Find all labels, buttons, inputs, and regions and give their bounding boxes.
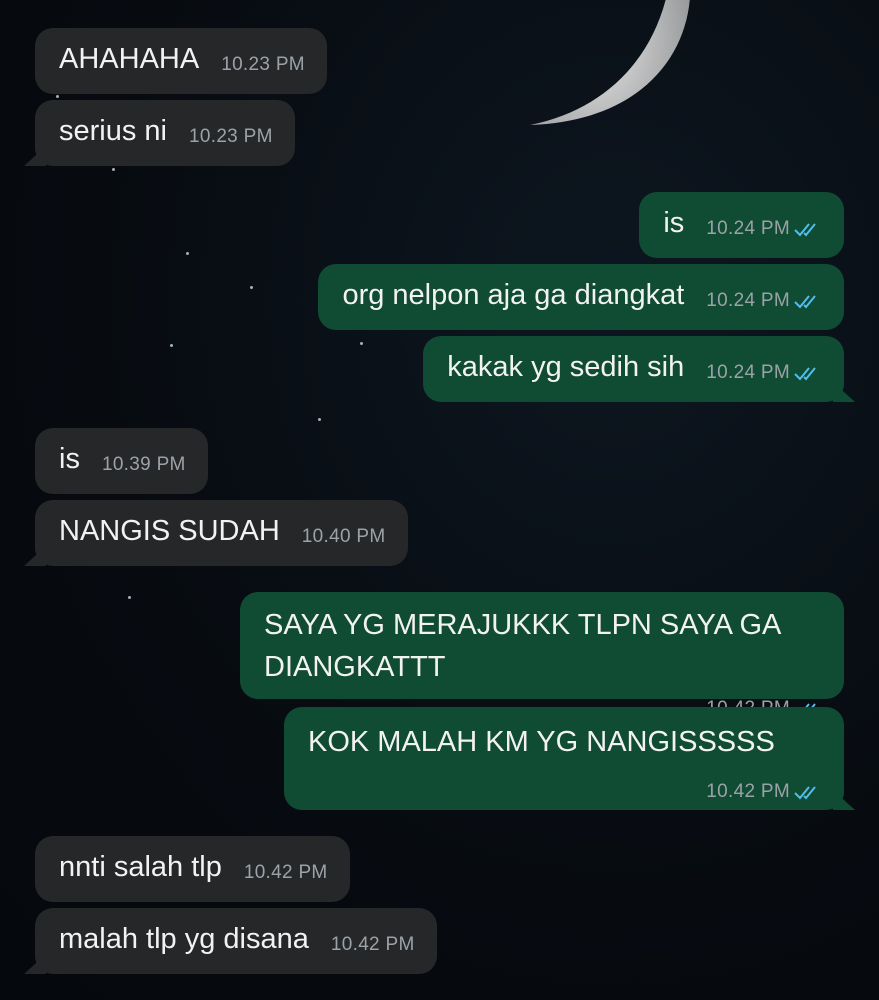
outgoing-message[interactable]: org nelpon aja ga diangkat 10.24 PM [318, 264, 844, 330]
message-text: kakak yg sedih sih [447, 351, 685, 383]
double-check-icon [794, 295, 816, 309]
star [56, 95, 59, 98]
star [170, 344, 173, 347]
message-time: 10.24 PM [706, 218, 790, 239]
message-text: org nelpon aja ga diangkat [342, 279, 685, 311]
incoming-message[interactable]: serius ni 10.23 PM [35, 100, 295, 166]
message-time: 10.40 PM [301, 526, 386, 547]
star [128, 596, 131, 599]
incoming-message[interactable]: AHAHAHA 10.23 PM [35, 28, 327, 94]
message-time: 10.42 PM [243, 862, 328, 883]
message-time: 10.42 PM [330, 934, 415, 955]
outgoing-message[interactable]: KOK MALAH KM YG NANGISSSSS 10.42 PM [284, 707, 844, 810]
message-time: 10.24 PM [706, 290, 790, 311]
outgoing-message[interactable]: kakak yg sedih sih 10.24 PM [423, 336, 844, 402]
double-check-icon [794, 223, 816, 237]
outgoing-message[interactable]: is 10.24 PM [639, 192, 844, 258]
double-check-icon [794, 786, 816, 800]
chat-background: AHAHAHA 10.23 PM serius ni 10.23 PM is 1… [0, 0, 879, 1000]
moon-wallpaper-graphic [530, 0, 690, 125]
message-time: 10.24 PM [706, 362, 790, 383]
message-meta: 10.24 PM [706, 280, 822, 322]
message-text: nnti salah tlp [59, 851, 222, 883]
incoming-message[interactable]: malah tlp yg disana 10.42 PM [35, 908, 437, 974]
message-text: KOK MALAH KM YG NANGISSSSS [308, 726, 775, 758]
outgoing-message[interactable]: SAYA YG MERAJUKKK TLPN SAYA GA DIANGKATT… [240, 592, 844, 719]
incoming-message[interactable]: NANGIS SUDAH 10.40 PM [35, 500, 408, 566]
incoming-message[interactable]: is 10.39 PM [35, 428, 208, 494]
message-text: SAYA YG MERAJUKKK TLPN SAYA GA DIANGKATT… [264, 609, 780, 683]
message-meta: 10.24 PM [706, 208, 822, 250]
message-text: serius ni [59, 115, 167, 147]
message-text: NANGIS SUDAH [59, 515, 280, 547]
message-text: AHAHAHA [59, 43, 200, 75]
star [186, 252, 189, 255]
message-text: malah tlp yg disana [59, 923, 309, 955]
star [112, 168, 115, 171]
incoming-message[interactable]: nnti salah tlp 10.42 PM [35, 836, 350, 902]
message-text: is [663, 207, 685, 239]
message-meta: 10.24 PM [706, 352, 822, 394]
double-check-icon [794, 367, 816, 381]
message-time: 10.23 PM [189, 126, 273, 147]
star [250, 286, 253, 289]
message-time: 10.42 PM [706, 781, 790, 802]
message-time: 10.39 PM [101, 454, 186, 475]
message-text: is [59, 443, 80, 475]
star [360, 342, 363, 345]
message-time: 10.23 PM [221, 54, 305, 75]
star [318, 418, 321, 421]
message-meta: 10.42 PM [308, 771, 822, 813]
